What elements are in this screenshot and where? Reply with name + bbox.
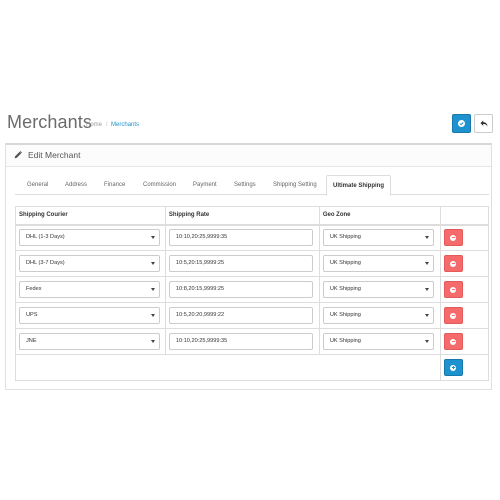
minus-circle-icon xyxy=(450,338,457,345)
courier-select[interactable]: JNE xyxy=(19,333,160,350)
geo-zone-value: UK Shipping xyxy=(329,338,361,344)
tab-shipping-setting[interactable]: Shipping Setting xyxy=(267,175,323,195)
page-header: Merchants Home / Merchants xyxy=(0,108,500,142)
reply-icon xyxy=(480,120,487,127)
remove-row-button[interactable] xyxy=(443,333,463,350)
geo-zone-select[interactable]: UK Shipping xyxy=(322,333,434,350)
shipping-rate-input[interactable]: 10:10,20:25,9999:35 xyxy=(168,229,313,247)
caret-down-icon xyxy=(424,236,429,240)
column-header-action xyxy=(439,206,490,226)
shipping-rate-input[interactable]: 10:5,20:20,9999:22 xyxy=(168,307,313,324)
courier-value: DHL (3-7 Days) xyxy=(26,260,65,266)
column-header-rate: Shipping Rate xyxy=(164,206,320,226)
table-row: Fedex 10:8,20:15,9999:25 UK Shipping xyxy=(15,276,490,303)
breadcrumb: Home / Merchants xyxy=(86,122,139,128)
edit-merchant-panel: Edit Merchant General Address Finance Co… xyxy=(5,143,492,390)
empty-cell xyxy=(15,354,441,381)
geo-zone-value: UK Shipping xyxy=(329,234,361,241)
caret-down-icon xyxy=(424,262,429,265)
courier-value: JNE xyxy=(26,338,37,344)
page-title: Merchants xyxy=(7,112,92,132)
minus-circle-icon xyxy=(450,286,457,293)
geo-zone-value: UK Shipping xyxy=(329,312,361,318)
tab-ultimate-shipping[interactable]: Ultimate Shipping xyxy=(326,175,391,196)
tab-bar: General Address Finance Commission Payme… xyxy=(15,175,489,196)
table-row: UPS 10:5,20:20,9999:22 UK Shipping xyxy=(15,302,490,329)
caret-down-icon xyxy=(424,340,429,343)
geo-zone-select[interactable]: UK Shipping xyxy=(322,307,434,324)
breadcrumb-separator: / xyxy=(105,122,108,128)
breadcrumb-merchants[interactable]: Merchants xyxy=(111,122,139,128)
courier-select[interactable]: UPS xyxy=(19,307,160,324)
tab-address[interactable]: Address xyxy=(59,175,93,195)
pencil-icon xyxy=(14,151,22,159)
courier-select[interactable]: Fedex xyxy=(19,281,160,298)
column-header-courier: Shipping Courier xyxy=(15,206,166,226)
remove-row-button[interactable] xyxy=(443,307,463,324)
back-button[interactable] xyxy=(474,114,493,133)
caret-down-icon xyxy=(151,236,155,240)
remove-row-button[interactable] xyxy=(443,255,463,272)
minus-circle-icon xyxy=(450,260,457,267)
geo-zone-select[interactable]: UK Shipping xyxy=(322,255,434,272)
tab-settings[interactable]: Settings xyxy=(228,175,262,195)
caret-down-icon xyxy=(151,288,155,291)
table-row: DHL (3-7 Days) 10:5,20:15,9999:25 UK Shi… xyxy=(15,250,490,277)
panel-heading: Edit Merchant xyxy=(6,145,491,167)
geo-zone-select[interactable]: UK Shipping xyxy=(322,229,434,247)
minus-circle-icon xyxy=(450,234,457,241)
table-row: JNE 10:10,20:25,9999:35 UK Shipping xyxy=(15,328,490,355)
courier-value: Fedex xyxy=(26,286,42,292)
table-footer-row xyxy=(15,354,490,381)
save-button[interactable] xyxy=(452,114,471,133)
shipping-rate-input[interactable]: 10:5,20:15,9999:25 xyxy=(168,255,313,272)
add-row-button[interactable] xyxy=(443,359,463,376)
caret-down-icon xyxy=(424,314,429,317)
breadcrumb-home[interactable]: Home xyxy=(86,122,102,128)
caret-down-icon xyxy=(151,340,155,343)
geo-zone-value: UK Shipping xyxy=(329,286,361,292)
check-circle-icon xyxy=(458,120,465,127)
caret-down-icon xyxy=(424,288,429,291)
tab-commission[interactable]: Commission xyxy=(137,175,182,195)
plus-circle-icon xyxy=(450,364,457,371)
minus-circle-icon xyxy=(450,312,457,319)
shipping-table: Shipping Courier Shipping Rate Geo Zone … xyxy=(15,206,490,381)
table-header-row: Shipping Courier Shipping Rate Geo Zone xyxy=(15,206,490,226)
caret-down-icon xyxy=(151,314,155,317)
shipping-rate-input[interactable]: 10:8,20:15,9999:25 xyxy=(168,281,313,298)
remove-row-button[interactable] xyxy=(443,281,463,298)
geo-zone-value: UK Shipping xyxy=(329,260,361,266)
shipping-rate-input[interactable]: 10:10,20:25,9999:35 xyxy=(168,333,313,350)
table-row: DHL (1-3 Days) 10:10,20:25,9999:35 UK Sh… xyxy=(15,224,490,251)
courier-value: UPS xyxy=(26,312,38,318)
tab-finance[interactable]: Finance xyxy=(98,175,131,195)
panel-title: Edit Merchant xyxy=(28,150,81,160)
tab-general[interactable]: General xyxy=(21,175,54,195)
courier-select[interactable]: DHL (1-3 Days) xyxy=(19,229,160,247)
caret-down-icon xyxy=(151,262,155,265)
geo-zone-select[interactable]: UK Shipping xyxy=(322,281,434,298)
courier-value: DHL (1-3 Days) xyxy=(26,234,65,241)
remove-row-button[interactable] xyxy=(443,229,463,247)
column-header-geo-zone: Geo Zone xyxy=(318,206,441,226)
tab-payment[interactable]: Payment xyxy=(187,175,223,195)
courier-select[interactable]: DHL (3-7 Days) xyxy=(19,255,160,272)
